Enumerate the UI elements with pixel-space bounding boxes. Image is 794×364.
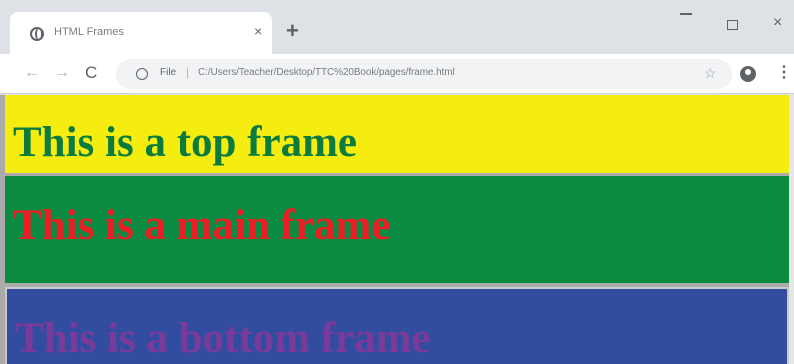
browser-toolbar: ← → C File | C:/Users/Teacher/Desktop/TT… bbox=[0, 54, 794, 94]
main-frame-heading: This is a main frame bbox=[13, 202, 391, 249]
maximize-icon[interactable] bbox=[727, 20, 738, 30]
browser-window: HTML Frames × + × ← → C File | C:/Users/… bbox=[0, 0, 794, 364]
reload-icon[interactable]: C bbox=[85, 64, 97, 82]
top-frame: This is a top frame bbox=[5, 95, 789, 173]
back-arrow-icon[interactable]: ← bbox=[24, 64, 40, 82]
bottom-frame-heading: This is a bottom frame bbox=[15, 315, 431, 362]
tab-title: HTML Frames bbox=[54, 26, 124, 38]
tab-close-icon[interactable]: × bbox=[254, 23, 262, 39]
minimize-icon[interactable] bbox=[680, 13, 692, 15]
url-text[interactable]: C:/Users/Teacher/Desktop/TTC%20Book/page… bbox=[198, 67, 455, 78]
new-tab-button[interactable]: + bbox=[286, 20, 299, 42]
address-bar[interactable]: File | C:/Users/Teacher/Desktop/TTC%20Bo… bbox=[116, 59, 732, 89]
tab-strip: HTML Frames × + × bbox=[0, 0, 794, 54]
top-frame-heading: This is a top frame bbox=[13, 119, 357, 166]
bookmark-star-icon[interactable]: ☆ bbox=[704, 65, 717, 81]
forward-arrow-icon[interactable]: → bbox=[54, 64, 70, 82]
url-separator: | bbox=[186, 65, 190, 79]
page-viewport: This is a top frame This is a main frame… bbox=[0, 95, 794, 364]
url-scheme: File bbox=[160, 67, 177, 78]
globe-icon bbox=[30, 27, 44, 41]
tab-html-frames[interactable]: HTML Frames × bbox=[10, 12, 272, 54]
window-close-icon[interactable]: × bbox=[773, 15, 782, 31]
main-frame: This is a main frame bbox=[5, 176, 789, 283]
frame-scrollbar-edge bbox=[789, 95, 794, 364]
profile-avatar-icon[interactable] bbox=[740, 66, 756, 82]
kebab-menu-icon[interactable]: ⋮ bbox=[776, 64, 792, 82]
site-info-icon[interactable] bbox=[136, 68, 148, 80]
bottom-frame: This is a bottom frame bbox=[5, 287, 789, 364]
